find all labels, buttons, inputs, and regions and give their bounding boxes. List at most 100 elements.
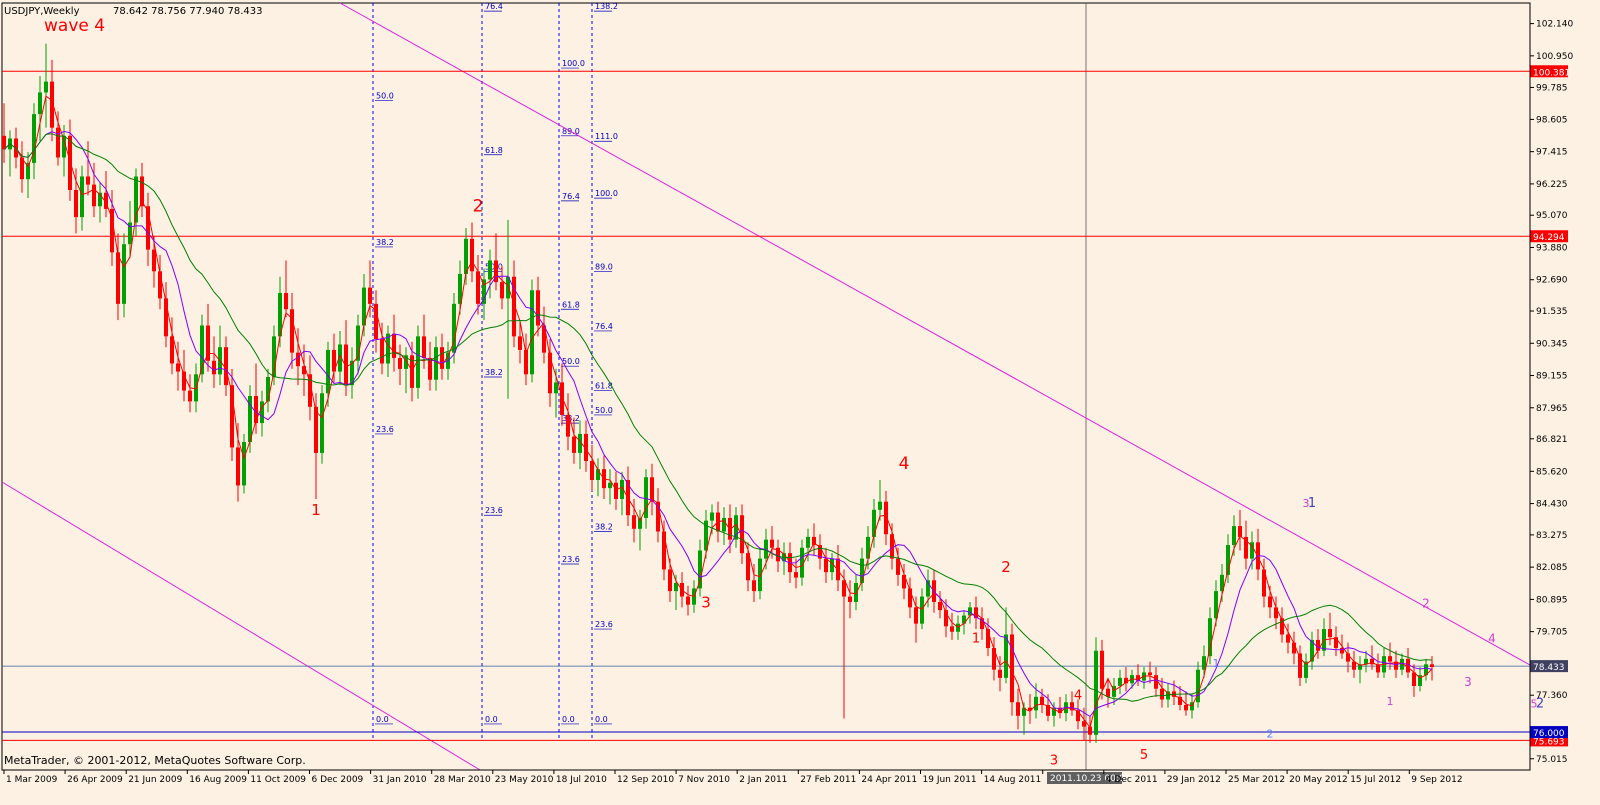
candle-body	[1154, 675, 1158, 689]
candle-body	[848, 596, 852, 602]
candle-body	[266, 377, 270, 402]
candle-body	[86, 176, 90, 185]
candle-body	[38, 92, 42, 115]
wave-mark-6: 3	[1050, 754, 1058, 769]
candle-body	[68, 135, 72, 191]
fib-label-3-1: 111.0	[595, 132, 618, 141]
fib-label-3-9: 0.0	[595, 715, 608, 724]
candle-body	[296, 352, 300, 367]
fib-label-0-3: 0.0	[376, 715, 389, 724]
price-tick-label: 87.965	[1536, 404, 1568, 414]
price-tick-label: 82.085	[1536, 563, 1568, 573]
candle-body	[236, 447, 240, 486]
candle-body	[116, 252, 120, 304]
fib-label-3-6: 50.0	[595, 406, 613, 415]
price-tick-label: 92.690	[1536, 276, 1568, 286]
fib-label-3-0: 138.2	[595, 2, 618, 11]
candle-body	[1034, 696, 1038, 711]
candle-body	[854, 582, 858, 602]
date-tick-label: 24 Apr 2011	[861, 775, 917, 785]
fib-label-3-7: 38.2	[595, 522, 613, 531]
candle-body	[1430, 664, 1434, 668]
candle-body	[488, 260, 492, 280]
candle-body	[674, 582, 678, 592]
candle-body	[710, 512, 714, 521]
price-tick-label: 99.785	[1536, 83, 1568, 93]
candle-body	[878, 501, 882, 510]
candle-body	[122, 244, 126, 304]
candle-body	[1208, 618, 1212, 657]
candle-body	[1148, 672, 1152, 676]
candle-body	[470, 238, 474, 272]
price-tick-label: 75.015	[1536, 755, 1568, 765]
current-price-label: 78.433	[1533, 663, 1565, 673]
candle-body	[536, 290, 540, 326]
candle-body	[914, 607, 918, 624]
candle-body	[500, 282, 504, 299]
candle-body	[434, 347, 438, 380]
fib-label-2-6: 23.6	[562, 555, 580, 564]
price-tick-label: 102.140	[1536, 20, 1573, 30]
candle-body	[1238, 526, 1242, 537]
candle-body	[572, 436, 576, 453]
fib-label-2-7: 0.0	[562, 715, 575, 724]
date-tick-label: 1 Mar 2009	[6, 775, 58, 785]
price-tick-label: 84.430	[1536, 500, 1568, 510]
candle-body	[284, 292, 288, 310]
candle-body	[1118, 677, 1122, 686]
wave-mark-8: 5	[1140, 748, 1148, 763]
date-tick-label: 23 May 2010	[495, 775, 554, 785]
candle-body	[950, 626, 954, 632]
candle-body	[794, 572, 798, 578]
date-tick-label: 6 Dec 2009	[312, 775, 364, 785]
date-tick-label: 28 Mar 2010	[434, 775, 491, 785]
wave-mark-9: 1	[1213, 657, 1220, 670]
candle-body	[1160, 688, 1164, 700]
candle-body	[530, 290, 534, 375]
candle-body	[668, 569, 672, 592]
candle-body	[614, 482, 618, 499]
footer-copyright: MetaTrader, © 2001-2012, MetaQuotes Soft…	[4, 754, 306, 767]
price-tick-label: 79.705	[1536, 628, 1568, 638]
candle-body	[1286, 634, 1290, 643]
date-tick-label: 16 Aug 2009	[189, 775, 247, 785]
fib-label-1-0: 76.4	[485, 2, 503, 11]
price-tick-label: 91.535	[1536, 307, 1568, 317]
candle-body	[428, 358, 432, 380]
candle-body	[152, 249, 156, 272]
chart: 50.0 38.2 23.6 0.0 76.4 61.8 50.0 38.2 23.6 0.0 10…	[0, 0, 1600, 800]
candle-body	[314, 406, 318, 453]
date-tick-label: 4 Dec 2011	[1106, 775, 1158, 785]
date-tick-label: 12 Sep 2010	[617, 775, 674, 785]
candle-body	[368, 287, 372, 304]
fib-label-0-1: 38.2	[376, 238, 394, 247]
date-tick-label: 15 Jul 2012	[1350, 775, 1401, 785]
candle-body	[56, 127, 60, 158]
date-tick-label: 26 Apr 2009	[67, 775, 123, 785]
hline-label-1: 94.294	[1533, 233, 1565, 243]
chart-svg: 50.038.223.60.076.461.850.038.223.60.010…	[1, 2, 1573, 785]
price-tick-label: 97.415	[1536, 148, 1568, 158]
candle-body	[1184, 704, 1188, 711]
candle-body	[1274, 607, 1278, 619]
candle-body	[80, 176, 84, 218]
fib-label-3-3: 89.0	[595, 262, 613, 271]
candle-body	[590, 461, 594, 481]
date-tick-label: 20 May 2012	[1289, 775, 1348, 785]
price-tick-label: 83.275	[1536, 531, 1568, 541]
candle-body	[44, 81, 48, 93]
candle-body	[554, 382, 558, 394]
price-tick-label: 96.225	[1536, 180, 1568, 190]
candle-body	[824, 558, 828, 573]
candle-body	[1232, 526, 1236, 546]
wave-mark-5: 2	[1001, 558, 1011, 576]
candle-body	[1328, 629, 1332, 638]
fib-label-0-0: 50.0	[376, 92, 394, 101]
candle-body	[242, 442, 246, 486]
fib-label-1-5: 0.0	[485, 715, 498, 724]
candle-body	[758, 558, 762, 592]
price-tick-label: 95.070	[1536, 211, 1568, 221]
channel-lower-line	[1, 481, 481, 771]
date-tick-label: 7 Nov 2010	[678, 775, 730, 785]
price-tick-label: 93.880	[1536, 243, 1568, 253]
